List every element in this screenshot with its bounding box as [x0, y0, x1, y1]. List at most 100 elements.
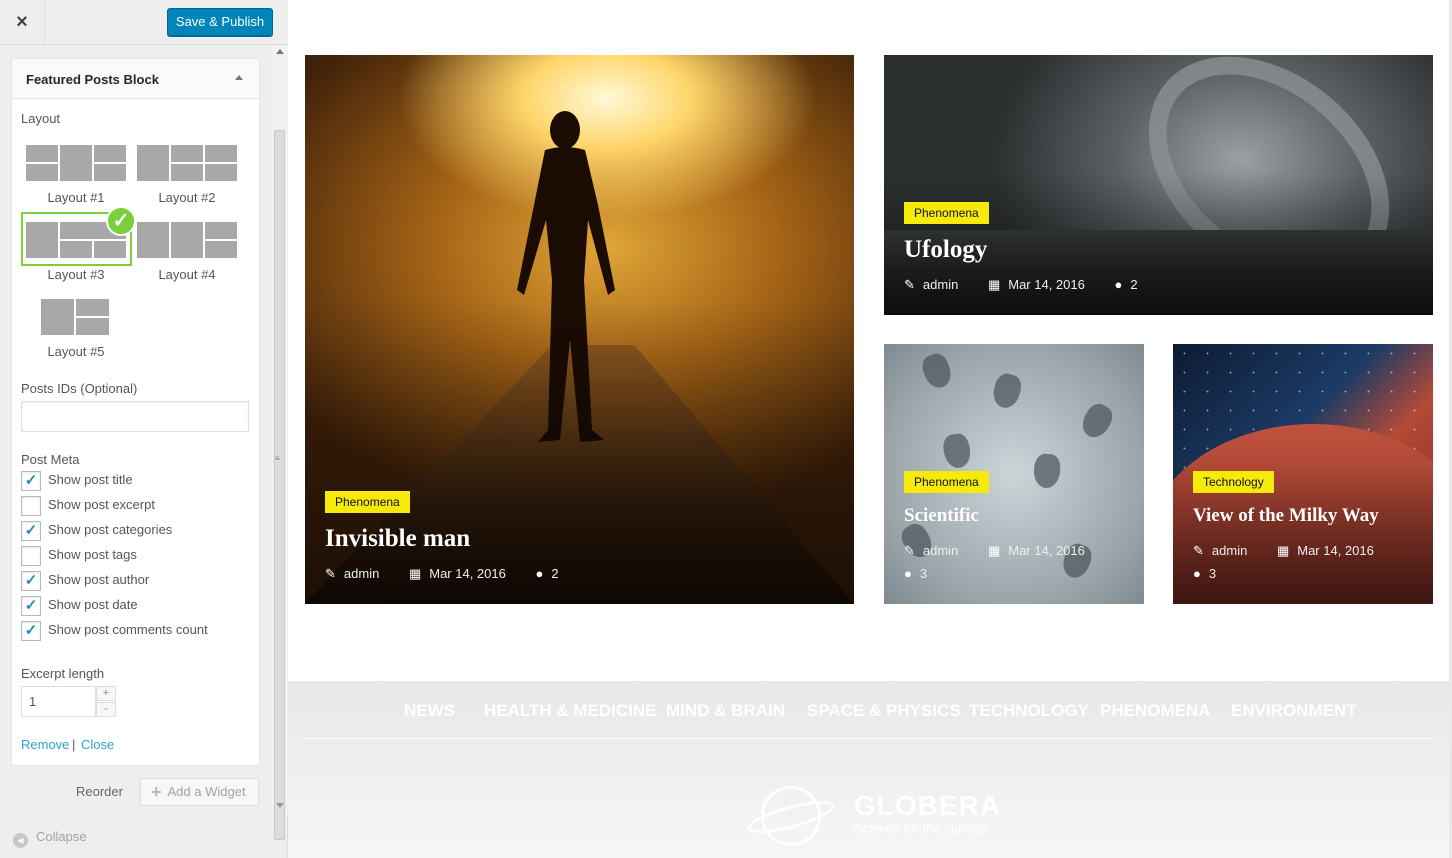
footer-nav-mind-brain[interactable]: MIND & BRAIN — [666, 701, 785, 721]
layout-label: Layout — [21, 111, 61, 126]
post-card-scientific[interactable]: Phenomena Scientific ✎ admin ▦ Mar 14, 201… — [884, 344, 1144, 604]
category-badge[interactable]: Phenomena — [325, 491, 410, 513]
increment-button[interactable]: + — [96, 686, 116, 701]
hand-shape — [1032, 452, 1062, 490]
hand-shape — [1077, 399, 1117, 443]
close-widget-link[interactable]: Close — [81, 737, 114, 752]
add-widget-label: Add a Widget — [167, 784, 246, 799]
layout-4-thumbnail-icon — [137, 222, 237, 258]
logo-name: GLOBERA — [854, 790, 1001, 821]
post-comments[interactable]: 3 — [920, 566, 927, 581]
meta-option-label: Show post comments count — [48, 622, 208, 637]
posts-ids-input[interactable] — [21, 401, 249, 432]
post-title[interactable]: View of the Milky Way — [1193, 505, 1379, 527]
pencil-icon: ✎ — [904, 277, 915, 292]
layout-option-label: Layout #5 — [47, 344, 105, 359]
calendar-icon: ▦ — [408, 566, 422, 581]
save-publish-button[interactable]: Save & Publish — [167, 8, 273, 36]
post-card-ufology[interactable]: Phenomena Ufology ✎ admin ▦ Mar 14, 2016 ●… — [884, 55, 1433, 315]
meta-option-label: Show post author — [48, 572, 150, 587]
close-customizer-button[interactable]: × — [0, 0, 45, 45]
post-meta: ✎ admin ▦ Mar 14, 2016 — [1193, 543, 1374, 559]
meta-option-checkbox[interactable] — [21, 496, 41, 516]
collapse-button[interactable]: ◀ Collapse — [13, 829, 87, 848]
post-author[interactable]: admin — [923, 277, 958, 292]
scroll-down-icon[interactable] — [276, 803, 284, 808]
post-author[interactable]: admin — [1212, 543, 1247, 558]
add-widget-button[interactable]: + Add a Widget — [140, 778, 259, 806]
widget-title: Featured Posts Block — [26, 72, 159, 87]
footer-nav-phenomena[interactable]: PHENOMENA — [1100, 701, 1211, 721]
sidebar-scrollbar[interactable]: ≡ — [272, 45, 288, 840]
post-author[interactable]: admin — [923, 543, 958, 558]
layout-option-4[interactable]: Layout #4 — [132, 219, 242, 282]
pencil-icon: ✎ — [904, 543, 915, 558]
widget-title-bar[interactable]: Featured Posts Block — [12, 59, 259, 99]
link-separator: | — [72, 737, 76, 752]
excerpt-length-input[interactable]: 1 — [21, 686, 96, 717]
layout-option-2[interactable]: Layout #2 — [132, 142, 242, 205]
customizer-header: × Save & Publish — [0, 0, 288, 45]
collapse-arrow-icon: ◀ — [13, 833, 28, 848]
remove-widget-link[interactable]: Remove — [21, 737, 69, 752]
post-comments[interactable]: 2 — [551, 566, 558, 581]
layout-2-thumbnail-icon — [137, 145, 237, 181]
meta-option-checkbox[interactable]: ✓ — [21, 596, 41, 616]
scroll-up-icon[interactable] — [276, 49, 284, 54]
layout-option-label: Layout #3 — [47, 267, 105, 282]
meta-option-checkbox[interactable]: ✓ — [21, 621, 41, 641]
post-card-invisible-man[interactable]: Phenomena Invisible man ✎ admin ▦ Mar 14, … — [305, 55, 854, 604]
footer-nav-news[interactable]: NEWS — [404, 701, 455, 721]
hand-shape — [990, 371, 1024, 411]
category-badge[interactable]: Phenomena — [904, 471, 989, 493]
reorder-button[interactable]: Reorder — [76, 784, 123, 799]
meta-option-checkbox[interactable]: ✓ — [21, 471, 41, 491]
post-comments[interactable]: 2 — [1130, 277, 1137, 292]
plus-icon: + — [151, 782, 162, 802]
footer-nav-environment[interactable]: ENVIRONMENT — [1231, 701, 1357, 721]
post-date: Mar 14, 2016 — [1008, 277, 1085, 292]
footer-nav-space-physics[interactable]: SPACE & PHYSICS — [807, 701, 961, 721]
calendar-icon: ▦ — [1276, 543, 1290, 558]
post-title[interactable]: Scientific — [904, 505, 979, 527]
scrollbar-thumb[interactable] — [274, 130, 285, 840]
post-title[interactable]: Invisible man — [325, 525, 470, 553]
meta-option-checkbox[interactable] — [21, 546, 41, 566]
comment-icon: ● — [1114, 277, 1123, 292]
meta-option-checkbox[interactable]: ✓ — [21, 521, 41, 541]
layout-option-label: Layout #2 — [158, 190, 216, 205]
collapse-label: Collapse — [36, 829, 87, 844]
comment-icon: ● — [535, 566, 544, 581]
footer-nav-health-medicine[interactable]: HEALTH & MEDICINE — [484, 701, 657, 721]
checkmark-icon: ✓ — [106, 206, 136, 236]
grip-icon: ≡ — [275, 454, 280, 463]
meta-option-checkbox[interactable]: ✓ — [21, 571, 41, 591]
post-title[interactable]: Ufology — [904, 236, 987, 264]
meta-option-label: Show post title — [48, 472, 133, 487]
footer-nav-technology[interactable]: TECHNOLOGY — [969, 701, 1089, 721]
meta-option-label: Show post categories — [48, 522, 173, 537]
chevron-up-icon[interactable] — [235, 75, 243, 80]
site-footer: NEWS HEALTH & MEDICINE MIND & BRAIN SPAC… — [288, 681, 1450, 858]
post-meta-label: Post Meta — [21, 452, 80, 467]
post-card-milky-way[interactable]: Technology View of the Milky Way ✎ admin … — [1173, 344, 1433, 604]
comment-icon: ● — [1193, 566, 1201, 581]
comment-icon: ● — [904, 566, 912, 581]
post-meta: ✎ admin ▦ Mar 14, 2016 ● 2 — [904, 277, 1138, 293]
post-date: Mar 14, 2016 — [429, 566, 506, 581]
site-logo[interactable]: GLOBERA Science for the curious! — [744, 776, 1000, 846]
customizer-sidebar: × Save & Publish Featured Posts Block La… — [0, 0, 288, 858]
category-badge[interactable]: Technology — [1193, 471, 1274, 493]
post-comments[interactable]: 3 — [1209, 566, 1216, 581]
layout-5-thumbnail-icon — [41, 299, 109, 335]
layout-option-1[interactable]: Layout #1 — [21, 142, 131, 205]
post-author[interactable]: admin — [344, 566, 379, 581]
decrement-button[interactable]: - — [96, 702, 116, 717]
meta-option-label: Show post tags — [48, 547, 137, 562]
post-meta-comments: ● 3 — [904, 566, 927, 581]
calendar-icon: ▦ — [987, 277, 1001, 292]
footer-nav: NEWS HEALTH & MEDICINE MIND & BRAIN SPAC… — [288, 681, 1450, 739]
post-meta-comments: ● 3 — [1193, 566, 1216, 581]
layout-option-5[interactable]: Layout #5 — [21, 296, 131, 359]
category-badge[interactable]: Phenomena — [904, 202, 989, 224]
